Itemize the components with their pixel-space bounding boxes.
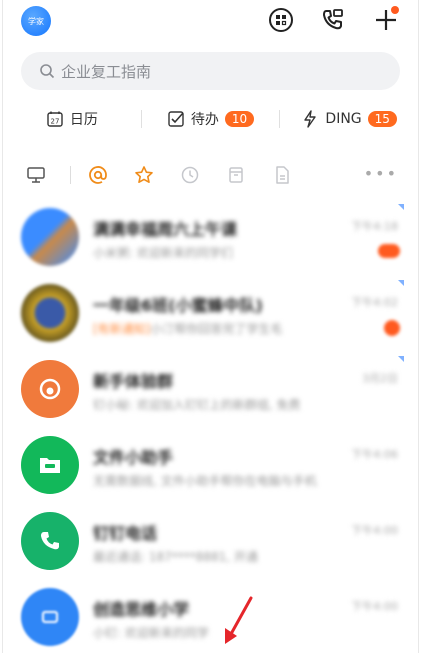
top-bar: 学家 [3,0,418,40]
chat-row[interactable]: 钉钉电话 最近通话: 187****8881, 开通 下午4:00 [3,504,418,580]
chat-title: 钉钉电话 [93,524,158,543]
lightning-icon [304,110,317,128]
chat-preview-text: 小汀帮你回答完了学生毛 [150,322,283,336]
ding-badge: 15 [367,111,397,127]
chat-preview: 无需数据线, 文件小助手帮你在电脑与手机 [93,474,317,488]
qr-code-icon[interactable] [266,5,296,35]
chat-time: 下午4:18 [351,220,398,233]
todo-label: 待办 [190,112,219,128]
my-avatar-text: 学家 [28,16,44,26]
chat-row[interactable]: 一年级6班(小蜜蜂中队) [有新通知]小汀帮你回答完了学生毛 下午4:02 [3,276,418,352]
pin-marker [398,204,404,210]
group-icon [42,611,58,623]
app-frame: 学家 企业复工指南 27 日历 待办 10 DING 15 ••• 满满幸福周六… [2,0,419,653]
group-avatar [21,284,79,342]
chat-preview: 小钉: 欢迎新来的同学 [93,626,209,640]
my-avatar[interactable]: 学家 [21,6,51,36]
divider [70,166,71,184]
chat-time: 下午4:02 [351,296,398,309]
chat-preview: 最近通话: 187****8881, 开通 [93,550,258,564]
ding-label: DING [325,111,362,127]
chat-title: 一年级6班(小蜜蜂中队) [93,296,263,315]
todo-badge: 10 [224,111,255,127]
folder-icon [40,458,60,473]
checkbox-icon [168,111,184,127]
group-icon [39,378,61,400]
quick-actions: 27 日历 待办 10 DING 15 [3,100,418,138]
more-options-icon[interactable]: ••• [364,164,398,183]
chat-title: 满满幸福周六上午课 [93,220,238,239]
chat-preview: 小米粥: 欢迎新来的同学们 [93,246,233,260]
chat-title-text: 创造思维小学 [93,600,190,619]
search-bar[interactable]: 企业复工指南 [21,52,400,90]
red-arrow-annotation [225,596,253,644]
unread-badge [378,244,400,258]
unread-badge [384,320,400,336]
chat-time: 下午4:06 [351,448,398,461]
calendar-button[interactable]: 27 日历 [3,109,141,129]
pin-marker [398,280,404,286]
chat-preview: 钉小秘: 欢迎加入钉钉上的新群组, 免费 [93,398,301,412]
chat-row[interactable]: 满满幸福周六上午课 小米粥: 欢迎新来的同学们 下午4:18 [3,200,418,276]
phone-icon [41,532,59,550]
search-icon [40,64,55,79]
phone-avatar [21,512,79,570]
chat-time: 3月2日 [362,372,398,385]
at-mention-icon[interactable] [87,164,109,186]
group-avatar [21,360,79,418]
star-icon[interactable] [133,164,155,186]
chat-title: 创造思维小学 [93,596,189,620]
chat-list: 满满幸福周六上午课 小米粥: 欢迎新来的同学们 下午4:18 一年级6班(小蜜蜂… [3,200,418,653]
calendar-label: 日历 [69,112,98,128]
notification-dot [391,6,399,14]
add-plus-icon[interactable] [371,5,401,35]
notice-highlight: [有新通知] [93,322,151,336]
document-icon[interactable] [271,164,293,186]
file-helper-avatar [21,436,79,494]
svg-text:27: 27 [50,118,59,126]
calendar-icon: 27 [47,111,63,127]
chat-time: 下午4:00 [351,524,398,537]
chat-row[interactable]: 文件小助手 无需数据线, 文件小助手帮你在电脑与手机 下午4:06 [3,428,418,504]
chat-row[interactable]: 新手体验群 钉小秘: 欢迎加入钉钉上的新群组, 免费 3月2日 [3,352,418,428]
group-avatar [21,588,79,646]
filter-bar: ••• [3,160,418,190]
search-placeholder: 企业复工指南 [61,62,152,81]
group-avatar [21,208,79,266]
recent-clock-icon[interactable] [179,164,201,186]
chat-preview: [有新通知]小汀帮你回答完了学生毛 [93,320,282,337]
ding-button[interactable]: DING 15 [280,110,418,128]
phone-call-icon[interactable] [317,5,347,35]
todo-button[interactable]: 待办 10 [142,109,280,129]
chat-row[interactable]: 创造思维小学 小钉: 欢迎新来的同学 下午4:00 [3,580,418,653]
pin-marker [398,356,404,362]
chat-title: 新手体验群 [93,372,174,391]
archive-box-icon[interactable] [225,164,247,186]
chat-time: 下午4:00 [351,600,398,613]
monitor-icon[interactable] [25,164,47,186]
chat-title: 文件小助手 [93,448,174,467]
